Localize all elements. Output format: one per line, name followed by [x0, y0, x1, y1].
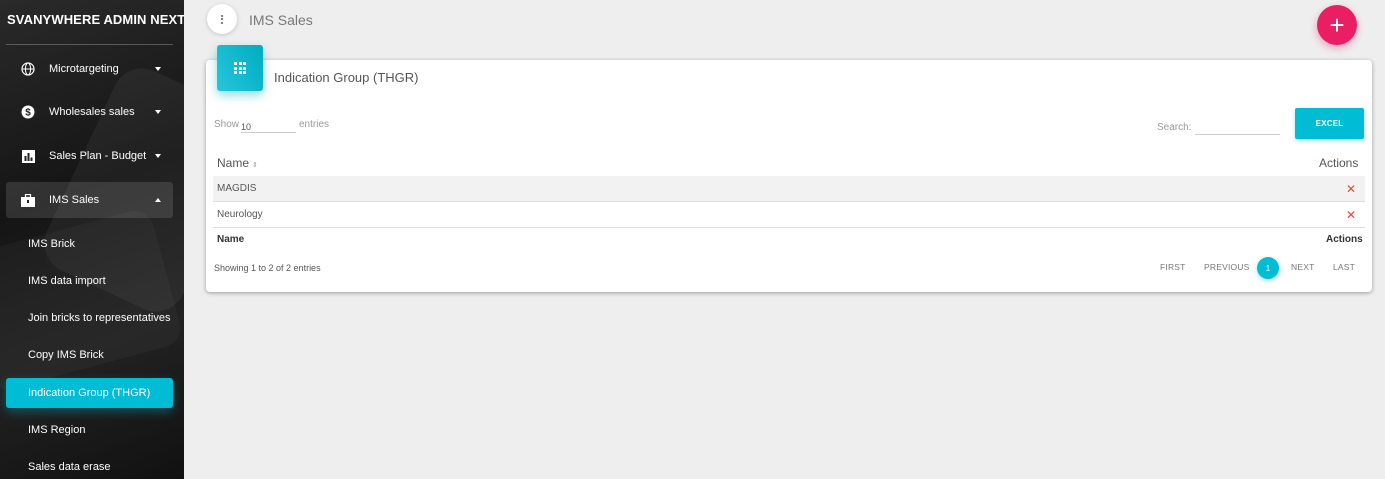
- sidebar-item-label: Wholesales sales: [49, 106, 135, 118]
- svg-text:$: $: [25, 108, 31, 119]
- sidebar-subitem-join-bricks[interactable]: Join bricks to representatives: [6, 303, 173, 333]
- sidebar-item-label: Microtargeting: [49, 63, 119, 75]
- footer-actions: Actions: [1326, 234, 1363, 245]
- chevron-up-icon: [155, 198, 161, 202]
- page-length-select[interactable]: [241, 119, 296, 133]
- cell-name: Neurology: [217, 209, 263, 220]
- show-label: Show: [214, 119, 240, 130]
- sidebar-subitem-ims-data-import[interactable]: IMS data import: [6, 266, 173, 296]
- globe-icon: [20, 61, 36, 77]
- sidebar-item-ims-sales[interactable]: IMS Sales: [6, 182, 173, 218]
- table-row: Neurology ✕: [213, 202, 1365, 228]
- table-info: Showing 1 to 2 of 2 entries: [214, 263, 321, 273]
- excel-export-button[interactable]: EXCEL: [1295, 108, 1364, 139]
- sidebar-item-sales-plan-budget[interactable]: Sales Plan - Budget: [6, 138, 173, 174]
- card-header-icon: [217, 45, 263, 91]
- sidebar-item-label: IMS Sales: [49, 194, 100, 206]
- delete-icon[interactable]: ✕: [1346, 208, 1356, 222]
- search-input[interactable]: [1195, 119, 1280, 135]
- page-title: IMS Sales: [249, 12, 313, 28]
- sidebar-item-label: Sales Plan - Budget: [49, 150, 147, 162]
- sidebar-item-microtargeting[interactable]: Microtargeting: [6, 51, 173, 87]
- sidebar: SVANYWHERE ADMIN NEXT Microtargeting $ W…: [0, 0, 184, 479]
- delete-icon[interactable]: ✕: [1346, 182, 1356, 196]
- column-header-name[interactable]: Name ⇕: [217, 156, 258, 170]
- chevron-down-icon: [155, 110, 161, 114]
- chevron-down-icon: [155, 154, 161, 158]
- pagination-page-1[interactable]: 1: [1257, 257, 1279, 279]
- entries-label: entries: [299, 119, 330, 130]
- grid-icon: [234, 62, 246, 74]
- search-label: Search:: [1157, 122, 1192, 133]
- sort-icon: ⇕: [252, 162, 258, 169]
- cell-name: MAGDIS: [217, 183, 257, 194]
- sidebar-subitem-copy-ims-brick[interactable]: Copy IMS Brick: [6, 340, 173, 370]
- table-row: MAGDIS ✕: [213, 176, 1365, 202]
- brand-title[interactable]: SVANYWHERE ADMIN NEXT: [7, 12, 184, 27]
- divider: [6, 44, 173, 45]
- sidebar-subitem-indication-group[interactable]: Indication Group (THGR): [6, 378, 173, 408]
- pagination-first-button[interactable]: FIRST: [1160, 262, 1186, 272]
- column-header-actions: Actions: [1319, 156, 1359, 170]
- add-button[interactable]: +: [1317, 5, 1357, 45]
- sidebar-subitem-ims-region[interactable]: IMS Region: [6, 415, 173, 445]
- sidebar-subitem-ims-brick[interactable]: IMS Brick: [6, 229, 173, 259]
- briefcase-icon: [20, 192, 36, 208]
- column-header-label: Name: [217, 156, 250, 170]
- sidebar-subitem-sales-data-erase[interactable]: Sales data erase: [6, 452, 173, 479]
- pagination-previous-button[interactable]: PREVIOUS: [1204, 262, 1250, 272]
- chevron-down-icon: [155, 67, 161, 71]
- card-title: Indication Group (THGR): [274, 70, 419, 85]
- more-vert-icon: [221, 14, 223, 24]
- sidebar-item-wholesales-sales[interactable]: $ Wholesales sales: [6, 94, 173, 130]
- pagination-last-button[interactable]: LAST: [1333, 262, 1355, 272]
- footer-name: Name: [217, 234, 245, 245]
- bar-chart-icon: [20, 148, 36, 164]
- pagination-next-button[interactable]: NEXT: [1291, 262, 1314, 272]
- dollar-icon: $: [20, 104, 36, 120]
- sidebar-toggle-button[interactable]: [207, 4, 237, 34]
